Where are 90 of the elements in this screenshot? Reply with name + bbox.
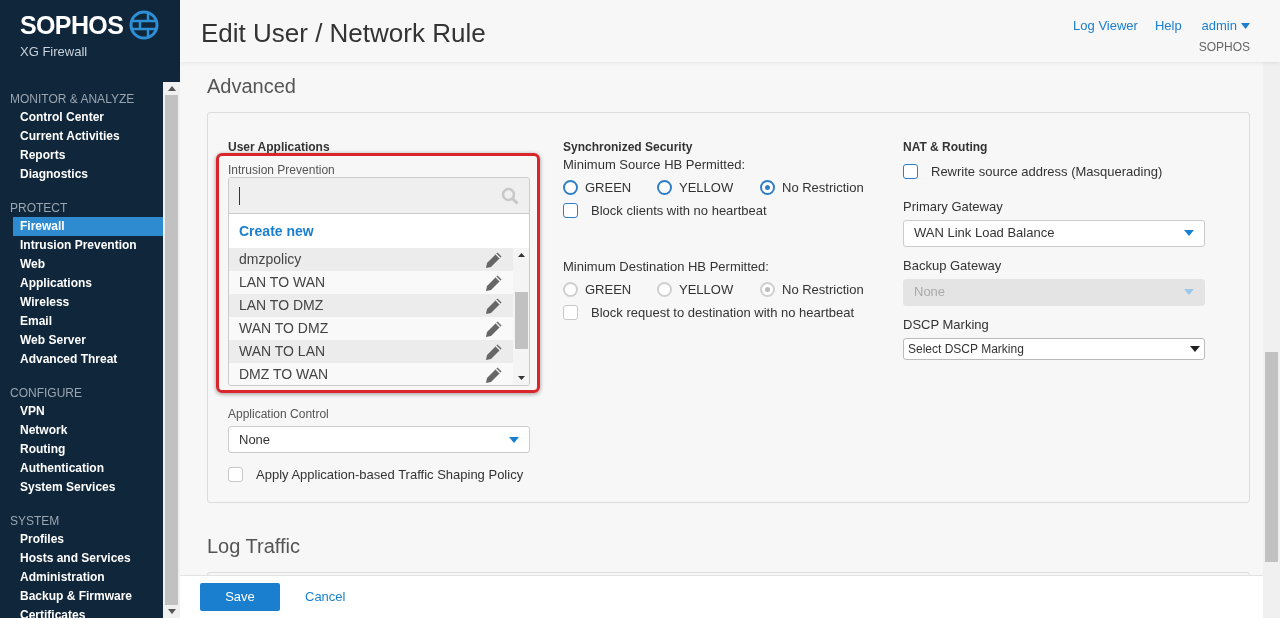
nav-item[interactable]: Administration bbox=[13, 568, 163, 587]
section-title: Log Traffic bbox=[207, 534, 302, 559]
radio-button[interactable] bbox=[760, 180, 775, 196]
nav-item[interactable]: Intrusion Prevention bbox=[13, 236, 163, 255]
nav-item[interactable]: Applications bbox=[13, 274, 163, 293]
dropdown-option[interactable]: dmzpolicy bbox=[229, 248, 513, 271]
checkbox-label: Block clients with no heartbeat bbox=[591, 201, 767, 220]
radio-button[interactable] bbox=[657, 180, 672, 196]
nav-item[interactable]: Advanced Threat bbox=[13, 350, 163, 369]
scrollbar[interactable] bbox=[1263, 62, 1280, 618]
organization-name: SOPHOS bbox=[1198, 38, 1250, 56]
section-heading: CONFIGURE bbox=[9, 385, 83, 402]
radio-button[interactable] bbox=[563, 180, 578, 196]
nav-item[interactable]: VPN bbox=[13, 402, 163, 421]
caret-icon bbox=[1241, 22, 1250, 29]
radio-label: GREEN bbox=[585, 281, 632, 299]
section-heading: MONITOR & ANALYZE bbox=[9, 91, 136, 108]
product-name: XG Firewall bbox=[20, 43, 89, 61]
caret-icon bbox=[1184, 289, 1194, 295]
section-title: Advanced bbox=[207, 74, 297, 99]
nav-item[interactable]: System Services bbox=[13, 478, 163, 497]
dropdown-option[interactable]: LAN TO DMZ bbox=[229, 294, 513, 317]
search-icon bbox=[501, 186, 519, 205]
create-new-link[interactable]: Create new bbox=[229, 214, 529, 248]
nav-item[interactable]: Web bbox=[13, 255, 163, 274]
search-field[interactable] bbox=[229, 178, 529, 214]
checkbox-label: Rewrite source address (Masquerading) bbox=[931, 163, 1163, 181]
checkbox-label: Apply Application-based Traffic Shaping Policy bbox=[256, 466, 524, 484]
nav-item[interactable]: Hosts and Services bbox=[13, 549, 163, 568]
pencil-icon[interactable] bbox=[485, 296, 503, 315]
nav-item[interactable]: Web Server bbox=[13, 331, 163, 350]
checkbox[interactable] bbox=[563, 202, 578, 218]
header-link[interactable]: Log Viewer bbox=[1073, 16, 1138, 62]
field-label: Minimum Destination HB Permitted: bbox=[563, 258, 770, 275]
radio-label: GREEN bbox=[585, 179, 632, 197]
brand-logo-text: SOPHOS bbox=[20, 12, 124, 38]
nav-item[interactable]: Wireless bbox=[13, 293, 163, 312]
dropdown[interactable]: WAN Link Load Balance bbox=[903, 219, 1205, 247]
nav-item[interactable]: Profiles bbox=[13, 530, 163, 549]
column-heading: User Applications bbox=[228, 139, 331, 155]
pencil-icon[interactable] bbox=[485, 273, 503, 292]
globe-icon bbox=[129, 10, 160, 40]
user-menu[interactable]: admin bbox=[1201, 16, 1250, 36]
section-heading: PROTECT bbox=[9, 200, 69, 217]
field-label: Application Control bbox=[228, 406, 330, 422]
pencil-icon[interactable] bbox=[485, 365, 503, 384]
pencil-icon[interactable] bbox=[485, 342, 503, 361]
section-heading: SYSTEM bbox=[9, 513, 61, 530]
caret-icon bbox=[1190, 345, 1200, 352]
radio-label: YELLOW bbox=[679, 281, 734, 299]
scroll-down-icon[interactable] bbox=[167, 609, 176, 614]
nav-item[interactable]: Current Activities bbox=[13, 127, 163, 146]
scrollbar[interactable] bbox=[513, 248, 529, 385]
checkbox[interactable] bbox=[903, 164, 918, 180]
field-label: Primary Gateway bbox=[903, 197, 1004, 215]
radio-label: No Restriction bbox=[782, 179, 864, 197]
scroll-up-icon[interactable] bbox=[167, 86, 176, 91]
radio-label: YELLOW bbox=[679, 179, 734, 197]
dropdown[interactable]: None bbox=[228, 426, 530, 453]
pencil-icon[interactable] bbox=[485, 319, 503, 338]
nav-item[interactable]: Firewall bbox=[13, 217, 163, 236]
column-heading: NAT & Routing bbox=[903, 139, 989, 155]
cancel-link[interactable]: Cancel bbox=[305, 587, 346, 607]
pencil-icon[interactable] bbox=[485, 250, 503, 269]
save-button[interactable]: Save bbox=[200, 583, 280, 611]
field-label: Intrusion Prevention bbox=[228, 162, 336, 178]
scroll-up-icon[interactable] bbox=[517, 253, 525, 257]
dropdown-option[interactable]: WAN TO LAN bbox=[229, 340, 513, 363]
checkbox[interactable] bbox=[228, 467, 243, 483]
nav-item[interactable]: Diagnostics bbox=[13, 165, 163, 184]
nav-item[interactable]: Reports bbox=[13, 146, 163, 165]
nav-item[interactable]: Routing bbox=[13, 440, 163, 459]
nav-item[interactable]: Control Center bbox=[13, 108, 163, 127]
field-label: DSCP Marking bbox=[903, 315, 990, 333]
caret-icon bbox=[1184, 230, 1194, 236]
dropdown[interactable]: Select DSCP Marking bbox=[903, 337, 1205, 360]
radio-label: No Restriction bbox=[782, 281, 864, 299]
field-label: Minimum Source HB Permitted: bbox=[563, 156, 747, 173]
scrollbar[interactable] bbox=[163, 82, 180, 618]
caret-icon bbox=[509, 436, 519, 443]
checkbox-label: Block request to destination with no heartbeat bbox=[591, 303, 855, 322]
page-title: Edit User / Network Rule bbox=[201, 17, 486, 50]
field-label: Backup Gateway bbox=[903, 256, 1003, 274]
nav-item[interactable]: Authentication bbox=[13, 459, 163, 478]
header-link[interactable]: Help bbox=[1154, 16, 1182, 62]
column-heading: Synchronized Security bbox=[563, 139, 694, 155]
nav-item[interactable]: Network bbox=[13, 421, 163, 440]
scroll-down-icon[interactable] bbox=[517, 376, 525, 380]
nav-item[interactable]: Backup & Firmware bbox=[13, 587, 163, 606]
nav-item[interactable]: Email bbox=[13, 312, 163, 331]
